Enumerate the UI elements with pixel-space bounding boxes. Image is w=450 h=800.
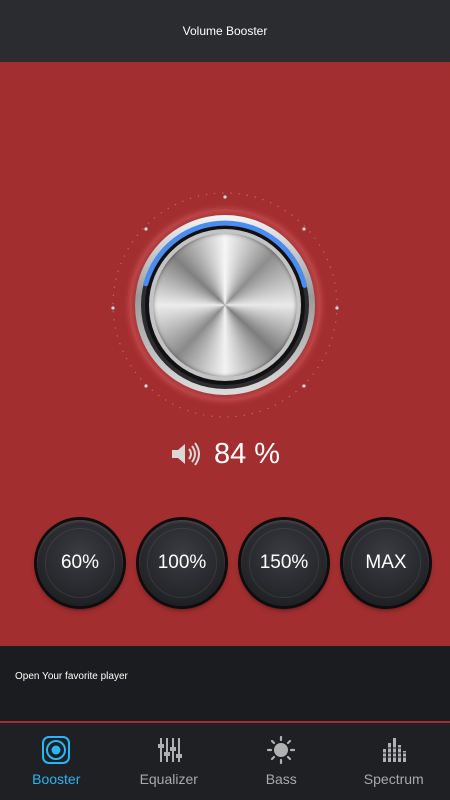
app-title: Volume Booster [182,24,268,38]
ad-text: Open Your favorite player [15,671,128,682]
tab-equalizer[interactable]: Equalizer [113,723,226,800]
tab-booster-label: Booster [32,771,81,787]
tab-spectrum-label: Spectrum [363,771,424,787]
equalizer-icon [157,738,182,762]
speaker-icon [171,442,200,466]
tab-booster[interactable]: Booster [0,723,113,800]
tab-equalizer-label: Equalizer [139,771,198,787]
ad-banner[interactable]: Open Your favorite player [0,646,450,722]
booster-panel: 84 % 60% 100% 150% MAX [0,62,450,646]
tab-bass-label: Bass [265,771,297,787]
volume-knob[interactable] [110,190,340,420]
volume-percent: 84 % [213,437,281,470]
spectrum-icon [381,738,407,762]
title-bar: Volume Booster [0,0,450,62]
preset-150-button[interactable]: 150% [241,520,327,606]
tab-spectrum[interactable]: Spectrum [338,723,450,800]
bottom-tab-bar: Booster Equalizer Bass Spectrum [0,723,450,800]
booster-icon [42,736,71,764]
volume-readout: 84 % [0,432,450,476]
preset-buttons: 60% 100% 150% MAX [0,520,450,610]
bass-icon [267,735,296,765]
knob-metal-face[interactable] [153,233,297,377]
preset-100-button[interactable]: 100% [139,520,225,606]
preset-max-button[interactable]: MAX [343,520,429,606]
preset-60-button[interactable]: 60% [37,520,123,606]
tab-bass[interactable]: Bass [225,723,338,800]
